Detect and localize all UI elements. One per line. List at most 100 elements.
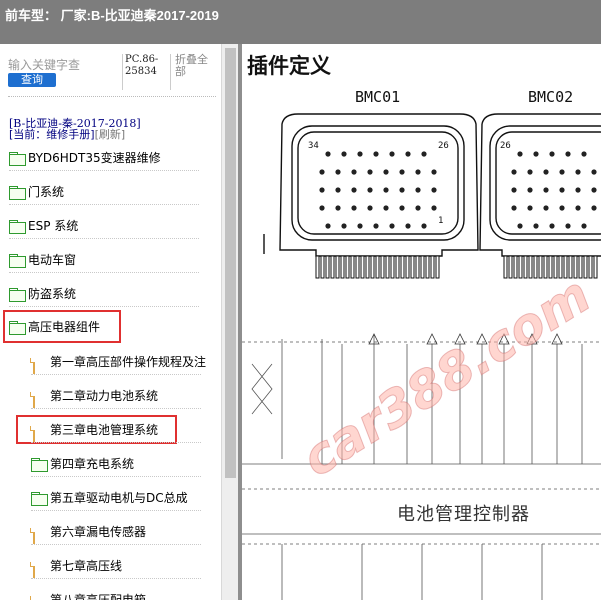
connector-pin	[335, 187, 341, 193]
connector-pin	[399, 169, 405, 175]
connector-pin	[319, 169, 325, 175]
connector-pin	[565, 151, 571, 157]
left-panel: 输入关键字查 查询 PC.86- 25834 折叠全部 [B-比亚迪-秦-201…	[0, 44, 222, 600]
connector-pin	[431, 205, 437, 211]
terminal-pin	[513, 255, 518, 279]
tree-item-label: 第六章漏电传感器	[50, 525, 147, 539]
tree-separator	[9, 204, 199, 205]
terminal-pin	[538, 255, 543, 279]
terminal-pin	[410, 255, 415, 279]
tree-separator	[9, 272, 199, 273]
tree-separator	[31, 408, 201, 409]
connector-pin	[559, 187, 565, 193]
terminal-pin	[335, 255, 340, 279]
connector-pin	[543, 169, 549, 175]
connector-pin	[383, 169, 389, 175]
terminal-pin	[508, 255, 513, 279]
connector-pin	[415, 187, 421, 193]
connector-pin	[591, 205, 597, 211]
connector-pin	[383, 205, 389, 211]
connector-pin	[367, 169, 373, 175]
tree-item-label: 第七章高压线	[50, 559, 123, 573]
refresh-link[interactable]: [刷新]	[95, 128, 126, 141]
terminal-pin	[425, 255, 430, 279]
connector-pin	[559, 205, 565, 211]
connector-pin	[431, 169, 437, 175]
connector-pin	[527, 187, 533, 193]
connector-pin	[351, 169, 357, 175]
connector-pin	[373, 223, 379, 229]
connector-pin	[319, 187, 325, 193]
terminal-pin	[518, 255, 523, 279]
connector-pin	[527, 169, 533, 175]
tree-separator	[31, 442, 201, 443]
connector-pin	[319, 205, 325, 211]
document-icon	[31, 390, 47, 408]
connector-pin	[335, 169, 341, 175]
scrollbar-thumb[interactable]	[225, 48, 236, 478]
connector-pin	[383, 187, 389, 193]
terminal-pin	[415, 255, 420, 279]
terminal-pin	[548, 255, 553, 279]
folder-icon	[9, 152, 25, 164]
connector-bmc01-inner	[297, 131, 459, 235]
terminal-pin	[503, 255, 508, 279]
connector-pin	[431, 187, 437, 193]
controller-label: 电池管理控制器	[397, 504, 530, 525]
pin-label-1: 1	[438, 216, 444, 226]
connector-pin	[549, 151, 555, 157]
terminal-pin	[435, 255, 440, 279]
connector-pin	[389, 223, 395, 229]
fold-all-button[interactable]: 折叠全部	[170, 54, 218, 90]
connector-pin	[405, 151, 411, 157]
connector-pin	[543, 205, 549, 211]
terminal-pin	[385, 255, 390, 279]
tree-separator	[31, 544, 201, 545]
connector-pin	[511, 169, 517, 175]
connector-pin	[367, 187, 373, 193]
model-code: PC.86- 25834	[122, 54, 158, 90]
tree-item-label: 第一章高压部件操作规程及注	[50, 355, 207, 369]
tree-separator	[9, 238, 199, 239]
connector-pin	[527, 205, 533, 211]
model-code-line2: 25834	[125, 66, 157, 77]
connector-pin	[389, 151, 395, 157]
terminal-pin	[350, 255, 355, 279]
document-icon	[31, 424, 47, 442]
connector-pin	[517, 151, 523, 157]
tree-separator	[31, 578, 201, 579]
connector-pin	[325, 151, 331, 157]
terminal-pin	[405, 255, 410, 279]
connector-pin	[511, 205, 517, 211]
search-button[interactable]: 查询	[8, 73, 56, 87]
tree-item-label: 第二章动力电池系统	[50, 389, 159, 403]
connector-pin	[575, 205, 581, 211]
terminal-pin	[345, 255, 350, 279]
connector-bmc02-inner	[495, 131, 601, 235]
terminal-pin	[420, 255, 425, 279]
pin-label-26b: 26	[500, 141, 511, 151]
connector-pin	[415, 169, 421, 175]
folder-icon	[9, 254, 25, 266]
connector-pin	[373, 151, 379, 157]
connector-pin	[351, 187, 357, 193]
tree-item-label: 防盗系统	[28, 287, 77, 301]
terminal-pin	[593, 255, 598, 279]
document-icon	[31, 356, 47, 374]
tree-item-label: 高压电器组件	[28, 320, 101, 334]
tree-scrollbar[interactable]	[221, 44, 238, 600]
terminal-pin	[523, 255, 528, 279]
connector-pin	[591, 169, 597, 175]
tree-separator	[31, 510, 201, 511]
connector-pin	[367, 205, 373, 211]
current-label: [当前：维修手册]	[9, 128, 95, 141]
connector-pin	[581, 151, 587, 157]
tree-item-label: BYD6HDT35变速器维修	[28, 151, 161, 165]
document-icon	[31, 526, 47, 544]
terminal-pin	[355, 255, 360, 279]
connector-pin	[341, 223, 347, 229]
terminal-pin	[588, 255, 593, 279]
connector-pin	[511, 187, 517, 193]
tree-separator	[31, 476, 201, 477]
terminal-pin	[315, 255, 320, 279]
